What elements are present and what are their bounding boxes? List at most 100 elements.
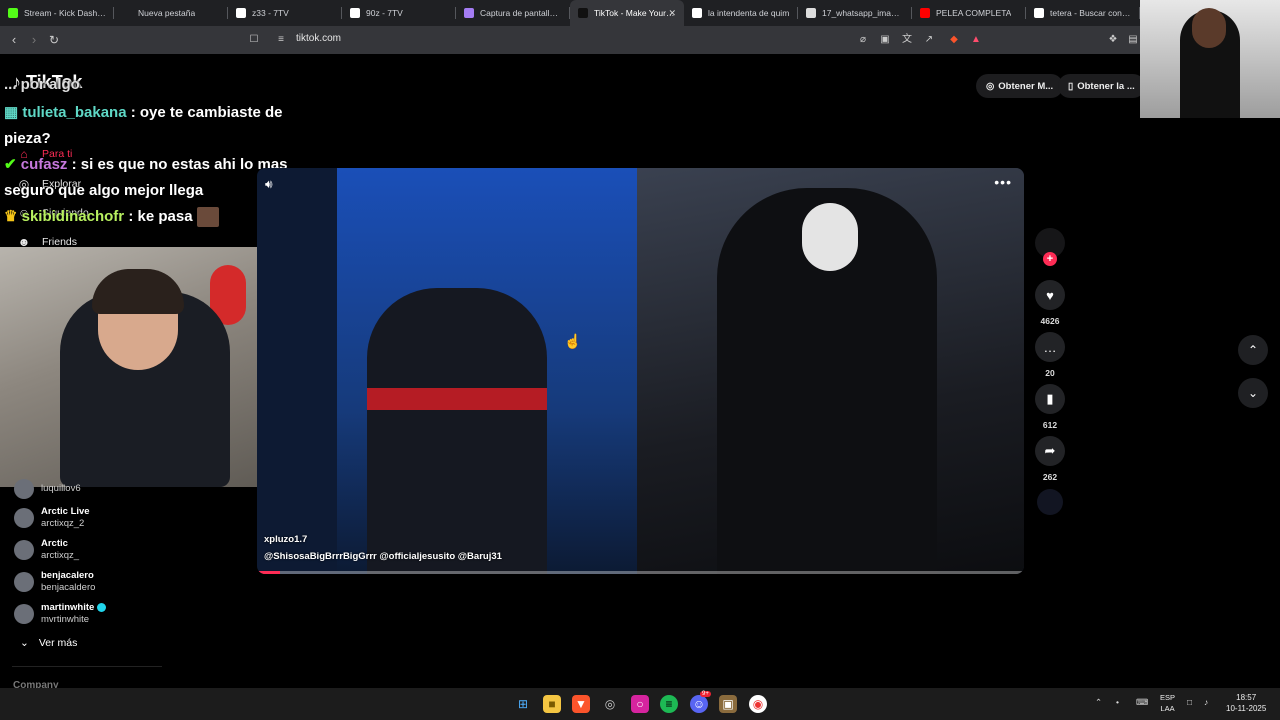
browser-tab[interactable]: Nueva pestaña [114, 0, 228, 26]
chat-message: ▦ tulieta_bakana : oye te cambiaste de p… [4, 100, 324, 152]
extensions-icon[interactable]: ❖ [1106, 33, 1120, 47]
save-action[interactable]: ▮ 612 [1035, 384, 1065, 430]
tab-favicon-icon [1034, 8, 1044, 18]
site-settings-icon[interactable]: ≡ [274, 33, 288, 47]
windows-start-icon[interactable]: ⊞ [514, 695, 532, 713]
video-tags[interactable]: @ShisosaBigBrrrBigGrrr @officialjesusito… [264, 551, 502, 562]
keyboard-icon[interactable]: ⌨ [1136, 697, 1148, 708]
video-progress-fill [257, 571, 280, 574]
heart-icon[interactable]: ♥ [1035, 280, 1065, 310]
hockey-mask [802, 203, 858, 271]
verified-badge-icon [97, 602, 107, 612]
chevron-down-icon: ⌄ [20, 637, 29, 649]
tab-favicon-icon [350, 8, 360, 18]
network-icon[interactable]: □ [1187, 697, 1192, 707]
account-name: benjacalero [41, 570, 94, 581]
browser-tab[interactable]: la intendenta de quim [684, 0, 798, 26]
address-url[interactable]: tiktok.com [296, 33, 341, 44]
tab-favicon-icon [920, 8, 930, 18]
more-options-icon[interactable]: ••• [994, 174, 1012, 190]
account-item[interactable]: benjacalero benjacaldero [14, 570, 95, 594]
clock-time: 18:57 [1236, 693, 1257, 702]
brave-browser-icon[interactable]: ▼ [572, 695, 590, 713]
browser-tab[interactable]: TikTok - Make Your Da ✕ [570, 0, 684, 26]
video-author[interactable]: xpluzo1.7 [264, 534, 307, 545]
chat-username: skibidinachofr [21, 208, 125, 225]
follow-plus-icon[interactable]: + [1043, 252, 1057, 266]
tray-chevron-up-icon[interactable]: ⌃ [1095, 697, 1102, 708]
bookmark-icon[interactable]: ▮ [1035, 384, 1065, 414]
language-code: ESP [1160, 693, 1176, 702]
browser-tab[interactable]: 90z - 7TV [342, 0, 456, 26]
browser-tab[interactable]: Stream - Kick Dashbo [0, 0, 114, 26]
spotify-icon[interactable]: ≡ [660, 695, 678, 713]
tab-close-icon[interactable]: ✕ [668, 8, 676, 19]
obs-icon[interactable]: ◎ [601, 695, 619, 713]
comment-action[interactable]: … 20 [1035, 332, 1065, 378]
account-item[interactable]: martinwhite mvrtinwhite [14, 602, 107, 626]
like-action[interactable]: ♥ 4626 [1035, 280, 1065, 326]
get-desktop-label: Obtener la ... [1077, 80, 1135, 92]
sound-mute-icon[interactable]: ⌀ [856, 33, 870, 47]
package-icon[interactable]: ▣ [719, 695, 737, 713]
chevron-down-icon: ⌄ [1247, 386, 1259, 400]
chat-username: cufasz [20, 156, 68, 173]
browser-tab[interactable]: z33 - 7TV [228, 0, 342, 26]
crown-badge-icon: ♛ [4, 208, 22, 225]
emote-icon [196, 207, 219, 228]
see-more-button[interactable]: ⌄ Ver más [20, 637, 77, 649]
share-arrow-icon[interactable]: ➦ [1035, 436, 1065, 466]
browser-tab[interactable]: tetera - Buscar con Go [1026, 0, 1140, 26]
brave-shield-icon[interactable]: ◆ [947, 33, 961, 47]
forward-icon[interactable]: › [26, 32, 42, 48]
chat-text: : ke pasa [128, 208, 193, 225]
get-app-button[interactable]: ◎ Obtener M... [976, 74, 1064, 98]
account-item[interactable]: Arctic Live arctixqz_2 [14, 506, 90, 530]
verified-badge-icon: ✔ [4, 156, 21, 173]
browser-tab[interactable]: PELEA COMPLETA [912, 0, 1026, 26]
picture-in-picture-icon[interactable]: ▣ [878, 33, 892, 47]
tab-favicon-icon [692, 8, 702, 18]
get-desktop-button[interactable]: ▯ Obtener la ... [1058, 74, 1145, 98]
translate-icon[interactable]: 文 [900, 33, 914, 47]
browser-tab[interactable]: Captura de pantalla po [456, 0, 570, 26]
clock-date: 10-11-2025 [1226, 704, 1267, 713]
account-item[interactable]: luquillov6 [14, 479, 81, 499]
brave-rewards-icon[interactable]: ▲ [969, 33, 983, 47]
video-player[interactable]: 🔊︎ ••• xpluzo1.7 @ShisosaBigBrrrBigGrrr … [257, 168, 1024, 574]
layout-code: LAA [1160, 704, 1175, 713]
avatar [14, 479, 34, 499]
tab-favicon-icon [464, 8, 474, 18]
sidebar-toggle-icon[interactable]: ▤ [1126, 33, 1140, 47]
comment-icon[interactable]: … [1035, 332, 1065, 362]
jacket-stripe [367, 388, 547, 410]
save-count: 612 [1042, 420, 1058, 430]
discord-icon[interactable]: ☺ [690, 695, 708, 713]
share-action[interactable]: ➦ 262 [1035, 436, 1065, 482]
chrome-icon[interactable]: ◉ [749, 695, 767, 713]
microphone-icon[interactable]: • [1116, 697, 1119, 707]
tab-label: Nueva pestaña [138, 8, 196, 18]
system-clock[interactable]: 18:57 10-11-2025 [1226, 692, 1266, 714]
bookmark-icon[interactable]: ☐ [247, 33, 261, 47]
back-icon[interactable]: ‹ [6, 32, 22, 48]
chat-badge-icon: ▦ [4, 104, 23, 121]
browser-tab[interactable]: 17_whatsapp_image_2 [798, 0, 912, 26]
volume-icon[interactable]: 🔊︎ [265, 177, 273, 192]
reload-icon[interactable]: ↻ [46, 32, 62, 48]
windows-taskbar: ⊞ ■ ▼ ◎ ○ ≡ ☺ 9+ ▣ ◉ ⌃ • ⌨ ESP LAA □ ♪ 18… [0, 688, 1280, 720]
avatar [14, 572, 34, 592]
previous-video-button[interactable]: ⌃ [1238, 335, 1268, 365]
sound-disc-icon[interactable] [1037, 489, 1063, 515]
volume-tray-icon[interactable]: ♪ [1204, 697, 1208, 707]
avatar [14, 540, 34, 560]
file-explorer-icon[interactable]: ■ [543, 695, 561, 713]
account-item[interactable]: Arctic arctixqz_ [14, 538, 79, 562]
tab-label: 17_whatsapp_image_2 [822, 8, 904, 18]
instagram-icon[interactable]: ○ [631, 695, 649, 713]
language-indicator[interactable]: ESP LAA [1160, 692, 1175, 714]
tab-label: TikTok - Make Your Da [594, 8, 676, 18]
share-icon[interactable]: ↗ [922, 33, 936, 47]
video-progress-track[interactable] [257, 571, 1024, 574]
next-video-button[interactable]: ⌄ [1238, 378, 1268, 408]
